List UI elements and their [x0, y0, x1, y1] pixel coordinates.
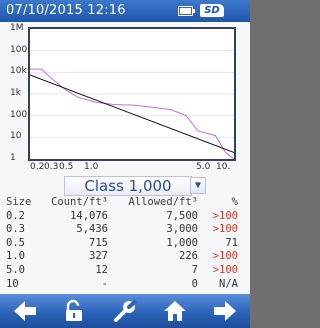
cell-allowed: 7,500 [166, 209, 198, 222]
table-body: 0.2 14,076 7,500 >100 0.3 5,436 3,000 >100 0.5 71… [0, 210, 250, 292]
cell-pct: >100 [212, 250, 238, 263]
cell-size: 0.5 [6, 236, 25, 249]
status-bar: 07/10/2015 12:16 SD [0, 0, 250, 22]
header-size: Size [6, 196, 32, 208]
cell-size: 0.3 [6, 223, 25, 236]
chart-plot-area [30, 50, 234, 159]
x-tick-label: 5.0 [196, 162, 211, 172]
table-header: Size Count/ft³ Allowed/ft³ % [0, 196, 250, 210]
back-button[interactable] [0, 294, 50, 328]
sd-card-icon: SD [200, 4, 224, 17]
cell-allowed: 7 [191, 263, 198, 276]
chevron-down-icon[interactable]: ▼ [190, 177, 206, 194]
table-row: 5.0 12 7 >100 [0, 264, 250, 278]
y-tick-label: 10 [10, 131, 22, 142]
cell-size: 10 [6, 277, 19, 290]
unlock-button[interactable] [50, 294, 100, 328]
cell-count: 327 [89, 250, 108, 263]
header-count: Count/ft³ [51, 196, 108, 208]
right-arrow-icon [214, 301, 236, 321]
header-pct: % [231, 196, 238, 208]
table-row: 0.5 715 1,000 71 [0, 237, 250, 251]
cell-allowed: 226 [179, 250, 198, 263]
x-tick-label: 0.3 [44, 162, 59, 172]
cell-pct: 71 [225, 236, 238, 249]
settings-button[interactable] [100, 294, 150, 328]
x-tick-label: 1.0 [84, 162, 99, 172]
y-tick-label: 1k [10, 88, 21, 98]
left-arrow-icon [14, 301, 36, 321]
x-tick-label: 0.5 [59, 162, 74, 172]
nav-bar [0, 294, 250, 328]
y-tick-label: 100 [10, 109, 28, 120]
cell-count: 14,076 [70, 209, 108, 222]
table-row: 0.3 5,436 3,000 >100 [0, 223, 250, 237]
cell-count: - [101, 277, 108, 290]
battery-icon [178, 6, 195, 16]
x-tick-label: 0.2 [30, 162, 45, 172]
cell-count: 12 [95, 263, 108, 276]
cell-pct: >100 [212, 209, 238, 222]
cell-size: 0.2 [6, 209, 25, 222]
class-limit-line [30, 74, 234, 153]
cell-pct: >100 [212, 263, 238, 276]
cell-allowed: 1,000 [166, 236, 198, 249]
y-tick-label: 1M [10, 23, 24, 33]
class-select-value: Class 1,000 [84, 177, 172, 195]
wrench-icon [114, 299, 138, 322]
cell-allowed: 3,000 [166, 223, 198, 236]
date-time: 07/10/2015 12:16 [6, 3, 126, 18]
home-icon [164, 301, 186, 321]
table-row: 10 - 0 N/A [0, 278, 250, 292]
cell-size: 1.0 [6, 250, 25, 263]
unlock-icon [66, 299, 82, 321]
header-allowed: Allowed/ft³ [128, 196, 198, 208]
home-button[interactable] [150, 294, 200, 328]
cell-pct: >100 [212, 223, 238, 236]
cell-count: 5,436 [76, 223, 108, 236]
particle-chart [28, 27, 236, 161]
y-tick-label: 1 [10, 153, 16, 163]
x-tick-label: 10. [216, 162, 231, 172]
forward-button[interactable] [200, 294, 250, 328]
device-screen: 07/10/2015 12:16 SD 1M 100k 10k 1k 100 10 1 0.… [0, 0, 250, 328]
y-tick-label: 100k [10, 44, 33, 55]
table-row: 1.0 327 226 >100 [0, 250, 250, 264]
class-select[interactable]: Class 1,000 [64, 176, 192, 196]
y-tick-label: 10k [10, 66, 27, 77]
cell-allowed: 0 [191, 277, 198, 290]
cell-pct: N/A [219, 277, 238, 290]
table-row: 0.2 14,076 7,500 >100 [0, 210, 250, 224]
cell-count: 715 [89, 236, 108, 249]
count-table: Size Count/ft³ Allowed/ft³ % 0.2 14,076 7,… [0, 196, 250, 291]
cell-size: 5.0 [6, 263, 25, 276]
